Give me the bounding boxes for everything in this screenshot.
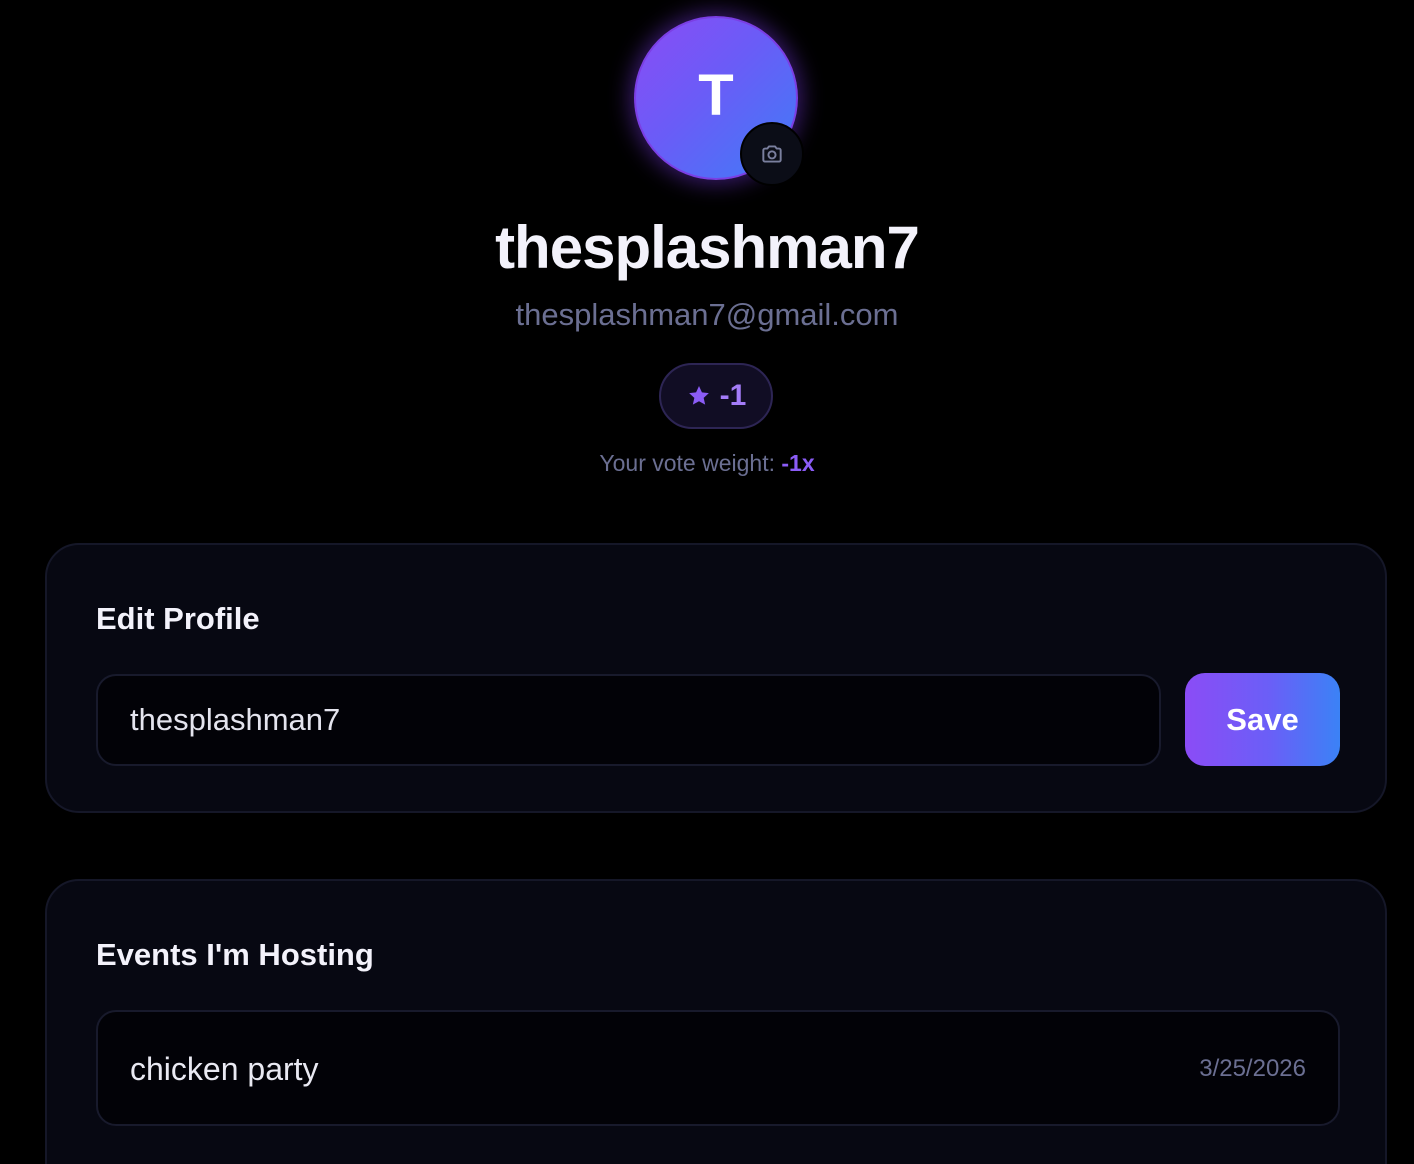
- camera-icon: [762, 145, 782, 163]
- reputation-value: -1: [719, 379, 747, 412]
- profile-username: thesplashman7: [495, 214, 920, 281]
- events-hosting-title: Events I'm Hosting: [96, 937, 374, 972]
- edit-profile-card: Edit Profile Save: [45, 543, 1387, 813]
- change-avatar-button[interactable]: [740, 122, 804, 186]
- save-button[interactable]: Save: [1185, 673, 1340, 766]
- avatar-container: T: [634, 16, 804, 186]
- display-name-input[interactable]: [96, 674, 1161, 766]
- event-name: chicken party: [130, 1051, 319, 1087]
- profile-email: thesplashman7@gmail.com: [515, 297, 899, 332]
- vote-weight-value: -1x: [781, 450, 815, 476]
- star-icon: [688, 386, 709, 405]
- event-date: 3/25/2026: [1199, 1055, 1306, 1082]
- event-list-item[interactable]: chicken party 3/25/2026: [96, 1010, 1340, 1126]
- events-hosting-card: Events I'm Hosting chicken party 3/25/20…: [45, 879, 1387, 1164]
- vote-weight-label: Your vote weight:: [599, 450, 782, 476]
- edit-profile-title: Edit Profile: [96, 601, 260, 636]
- reputation-badge: -1: [659, 363, 773, 429]
- vote-weight: Your vote weight: -1x: [0, 449, 1414, 477]
- avatar-initial: T: [698, 63, 734, 128]
- profile-page: T thesplashman7 thesplashman7@gmail.com …: [0, 0, 1414, 1164]
